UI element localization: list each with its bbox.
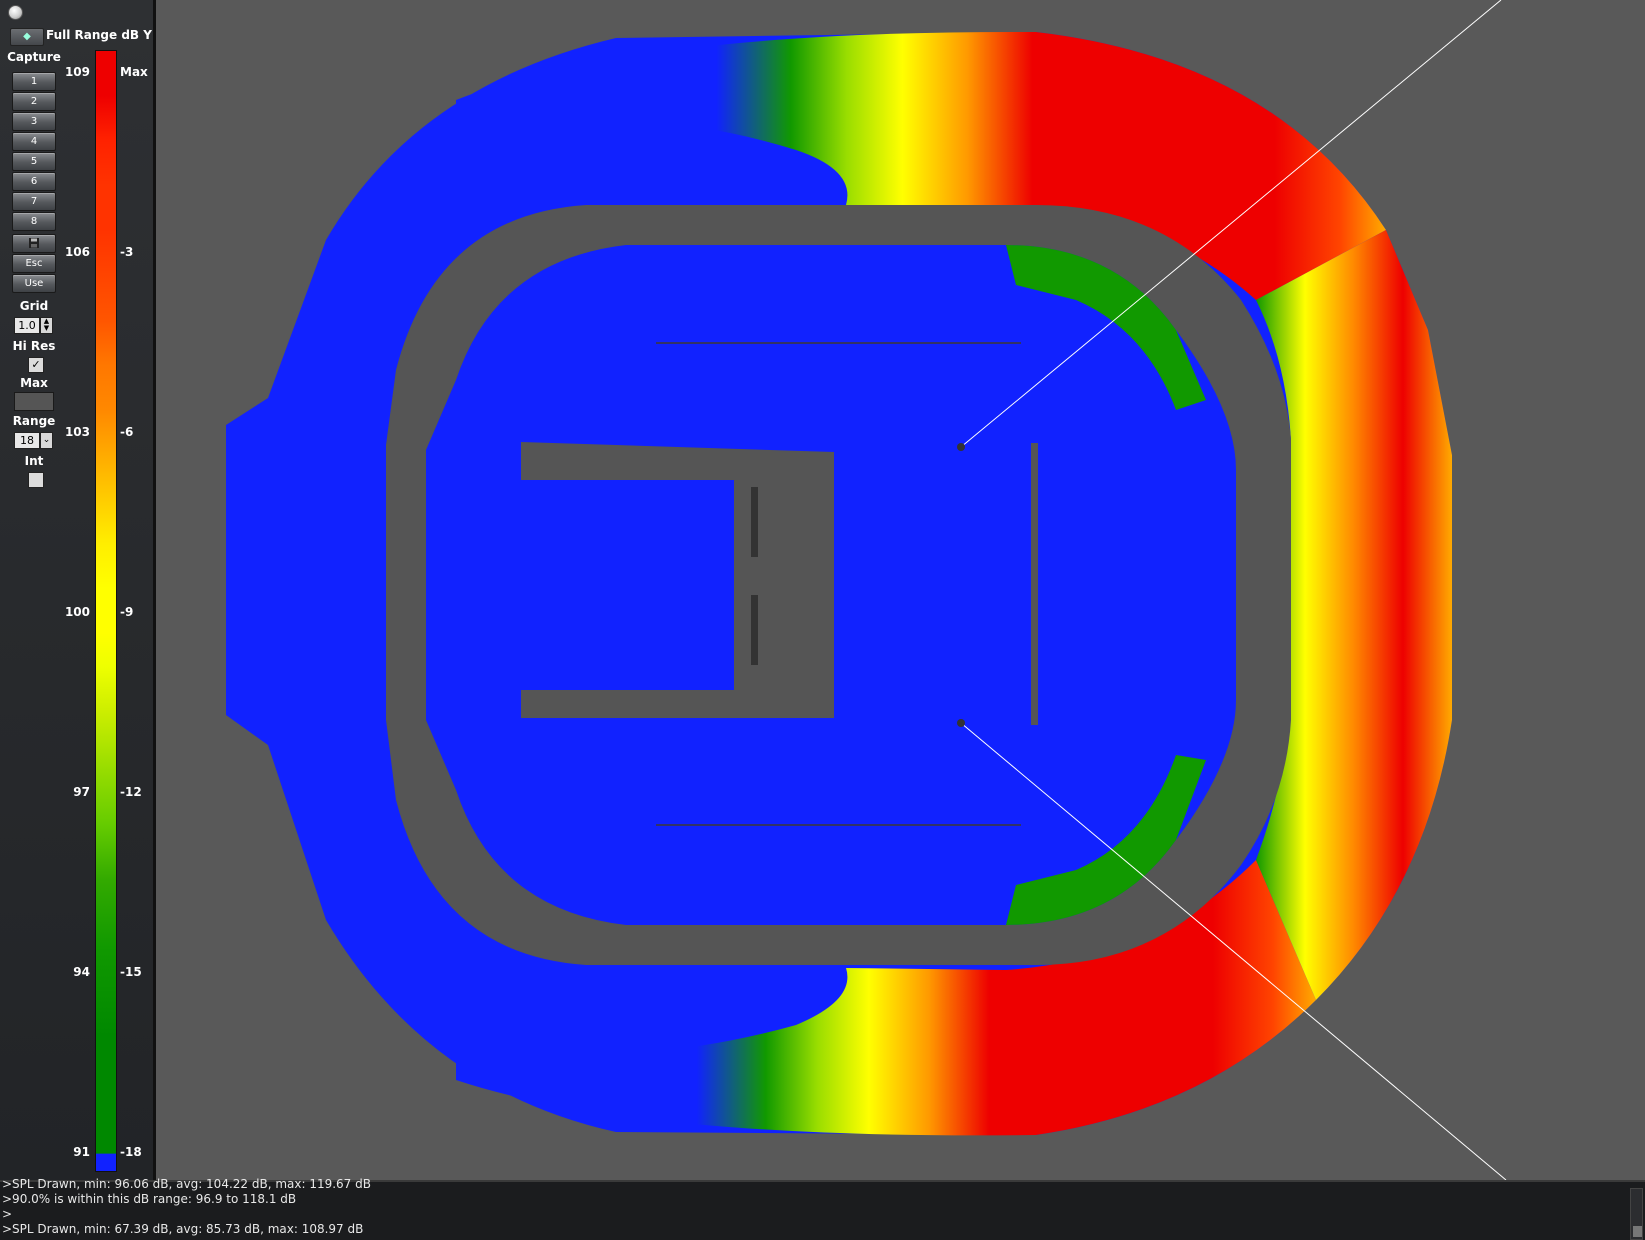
speaker-marker-top[interactable] <box>957 443 965 451</box>
scale-tick-right: -15 <box>120 965 142 979</box>
scale-tick-right: -12 <box>120 785 142 799</box>
scale-tick-left: 103 <box>64 425 90 439</box>
scale-tick-left: 109 <box>64 65 90 79</box>
console-line: > <box>2 1207 13 1221</box>
speaker-box[interactable] <box>751 595 758 665</box>
scale-tick-right: -6 <box>120 425 134 439</box>
console-line: >SPL Drawn, min: 67.39 dB, avg: 85.73 dB… <box>2 1222 364 1236</box>
scale-tick-left: 91 <box>73 1145 90 1159</box>
capture-label: Capture <box>7 50 61 64</box>
capture-button-6[interactable]: 6 <box>12 172 56 191</box>
scale-tick-left: 106 <box>64 245 90 259</box>
scale-tick-right: Max <box>120 65 148 79</box>
range-select[interactable]: 18 <box>14 432 40 449</box>
coverage-canvas[interactable] <box>156 0 1645 1180</box>
capture-button-8[interactable]: 8 <box>12 212 56 231</box>
console-scroll-thumb[interactable] <box>1633 1226 1642 1237</box>
stage-riser <box>1031 443 1038 725</box>
max-color-swatch[interactable] <box>14 392 54 411</box>
max-label: Max <box>20 376 48 390</box>
control-panel: ◆ Full Range dB Y Capture 1 2 3 4 5 6 7 … <box>0 0 156 1180</box>
floppy-disk-icon <box>29 238 39 248</box>
grid-stepper[interactable]: ▲ ▼ <box>40 317 53 334</box>
scale-tick-left: 94 <box>73 965 90 979</box>
display-mode-dropdown[interactable]: ◆ <box>10 28 44 46</box>
scale-tick-right: -9 <box>120 605 134 619</box>
capture-button-7[interactable]: 7 <box>12 192 56 211</box>
capture-button-2[interactable]: 2 <box>12 92 56 111</box>
spl-color-scale <box>95 50 117 1172</box>
console-line: >90.0% is within this dB range: 96.9 to … <box>2 1192 297 1206</box>
scale-tick-left: 97 <box>73 785 90 799</box>
display-mode-label: Full Range dB Y <box>46 28 152 42</box>
grid-label: Grid <box>19 299 49 313</box>
grid-input[interactable]: 1.0 <box>14 317 40 334</box>
window-close-button[interactable] <box>8 5 23 20</box>
capture-button-3[interactable]: 3 <box>12 112 56 131</box>
hires-checkbox[interactable]: ✓ <box>28 357 44 373</box>
use-button[interactable]: Use <box>12 274 56 293</box>
scale-tick-right: -3 <box>120 245 134 259</box>
console-output: >SPL Drawn, min: 96.06 dB, avg: 104.22 d… <box>0 1177 1645 1240</box>
int-checkbox[interactable] <box>28 472 44 488</box>
speaker-box[interactable] <box>751 487 758 557</box>
speaker-marker-bottom[interactable] <box>957 719 965 727</box>
int-label: Int <box>24 454 44 468</box>
display-mode-icon: ◆ <box>23 31 31 42</box>
console-line: >SPL Drawn, min: 96.06 dB, avg: 104.22 d… <box>2 1177 371 1191</box>
capture-button-5[interactable]: 5 <box>12 152 56 171</box>
spl-coverage-map[interactable] <box>156 0 1645 1180</box>
capture-button-4[interactable]: 4 <box>12 132 56 151</box>
scale-tick-left: 100 <box>64 605 90 619</box>
scale-tick-right: -18 <box>120 1145 142 1159</box>
hires-label: Hi Res <box>12 339 56 353</box>
